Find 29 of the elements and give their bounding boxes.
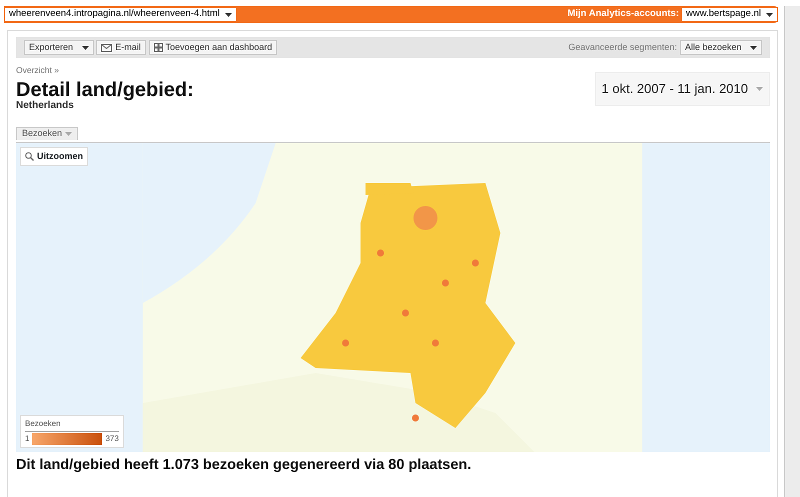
segments-label: Geavanceerde segmenten: xyxy=(568,40,677,54)
metric-tab[interactable]: Bezoeken xyxy=(16,127,78,140)
email-button[interactable]: E-mail xyxy=(96,40,146,55)
breadcrumb-link[interactable]: Overzicht » xyxy=(16,65,194,76)
caret-icon xyxy=(756,86,763,91)
caret-icon xyxy=(224,12,232,16)
magnifier-icon xyxy=(25,152,34,161)
zoom-out-button[interactable]: Uitzoomen xyxy=(20,146,88,166)
country-name: Netherlands xyxy=(16,100,75,112)
segments-selector[interactable]: Alle bezoeken xyxy=(680,40,762,55)
caret-icon xyxy=(82,46,89,50)
date-range-selector[interactable]: 1 okt. 2007 - 11 jan. 2010 xyxy=(594,72,770,106)
summary-heading: Dit land/gebied heeft 1.073 bezoeken gegenereerd via 80 plaatsen. xyxy=(16,458,472,474)
legend-title: Bezoeken xyxy=(25,418,62,430)
scrollbar[interactable] xyxy=(784,6,800,497)
caret-icon xyxy=(750,46,757,50)
export-button[interactable]: Exporteren xyxy=(24,40,94,55)
caret-icon xyxy=(65,132,72,136)
legend-max: 373 xyxy=(105,432,119,445)
color-scale xyxy=(32,432,102,445)
caret-icon xyxy=(766,12,773,16)
grid-icon xyxy=(154,43,163,52)
accounts-label: Mijn Analytics-accounts: xyxy=(567,7,680,22)
mail-icon xyxy=(101,44,112,52)
add-to-dashboard-button[interactable]: Toevoegen aan dashboard xyxy=(148,40,278,55)
legend-min: 1 xyxy=(25,432,30,445)
page-title: Detail land/gebied: xyxy=(16,80,194,100)
site-selector[interactable]: wheerenveen4.intropagina.nl/wheerenveen-4.html xyxy=(4,7,237,22)
account-selector[interactable]: www.bertspage.nl xyxy=(681,7,778,22)
